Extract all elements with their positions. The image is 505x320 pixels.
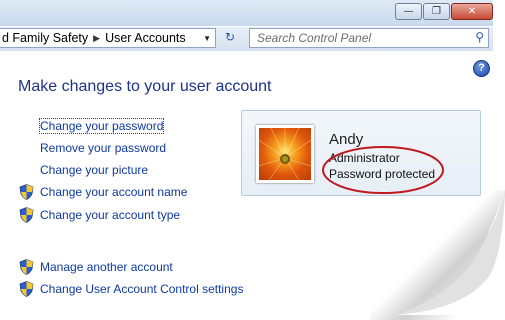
change-account-type-link[interactable]: Change your account type bbox=[40, 208, 180, 222]
page-title: Make changes to your user account bbox=[18, 78, 272, 95]
remove-password-link[interactable]: Remove your password bbox=[40, 141, 166, 155]
control-panel-window: — ❐ ✕ d Family Safety ▶ User Accounts ▼ … bbox=[0, 0, 505, 320]
breadcrumb[interactable]: d Family Safety ▶ User Accounts ▼ bbox=[0, 28, 216, 48]
manage-another-account-link[interactable]: Manage another account bbox=[40, 260, 173, 274]
change-password-link[interactable]: Change your password bbox=[38, 118, 165, 134]
search-placeholder: Search Control Panel bbox=[257, 31, 372, 45]
uac-shield-icon bbox=[19, 259, 34, 275]
uac-shield-icon bbox=[19, 207, 34, 223]
change-picture-link[interactable]: Change your picture bbox=[40, 163, 148, 177]
uac-shield-icon bbox=[19, 281, 34, 297]
breadcrumb-item-family-safety[interactable]: d Family Safety bbox=[2, 31, 88, 45]
uac-shield-icon bbox=[19, 184, 34, 200]
flower-picture-icon bbox=[259, 128, 311, 180]
page-curl bbox=[395, 190, 505, 315]
title-bar: — ❐ ✕ bbox=[0, 0, 493, 26]
help-icon[interactable]: ? bbox=[473, 60, 490, 77]
breadcrumb-item-user-accounts[interactable]: User Accounts bbox=[105, 31, 186, 45]
address-bar: d Family Safety ▶ User Accounts ▼ ↻ Sear… bbox=[0, 27, 493, 51]
maximize-button[interactable]: ❐ bbox=[423, 3, 450, 20]
uac-settings-link[interactable]: Change User Account Control settings bbox=[40, 282, 243, 296]
minimize-button[interactable]: — bbox=[395, 3, 422, 20]
close-button[interactable]: ✕ bbox=[451, 3, 493, 20]
search-icon[interactable]: ⚲ bbox=[475, 30, 484, 44]
change-account-name-link[interactable]: Change your account name bbox=[40, 185, 187, 199]
avatar bbox=[256, 125, 314, 183]
breadcrumb-separator-icon[interactable]: ▶ bbox=[93, 33, 100, 44]
refresh-icon[interactable]: ↻ bbox=[220, 30, 240, 48]
chevron-down-icon[interactable]: ▼ bbox=[203, 34, 211, 43]
highlight-ellipse bbox=[322, 146, 444, 194]
search-input[interactable]: Search Control Panel ⚲ bbox=[249, 28, 489, 48]
